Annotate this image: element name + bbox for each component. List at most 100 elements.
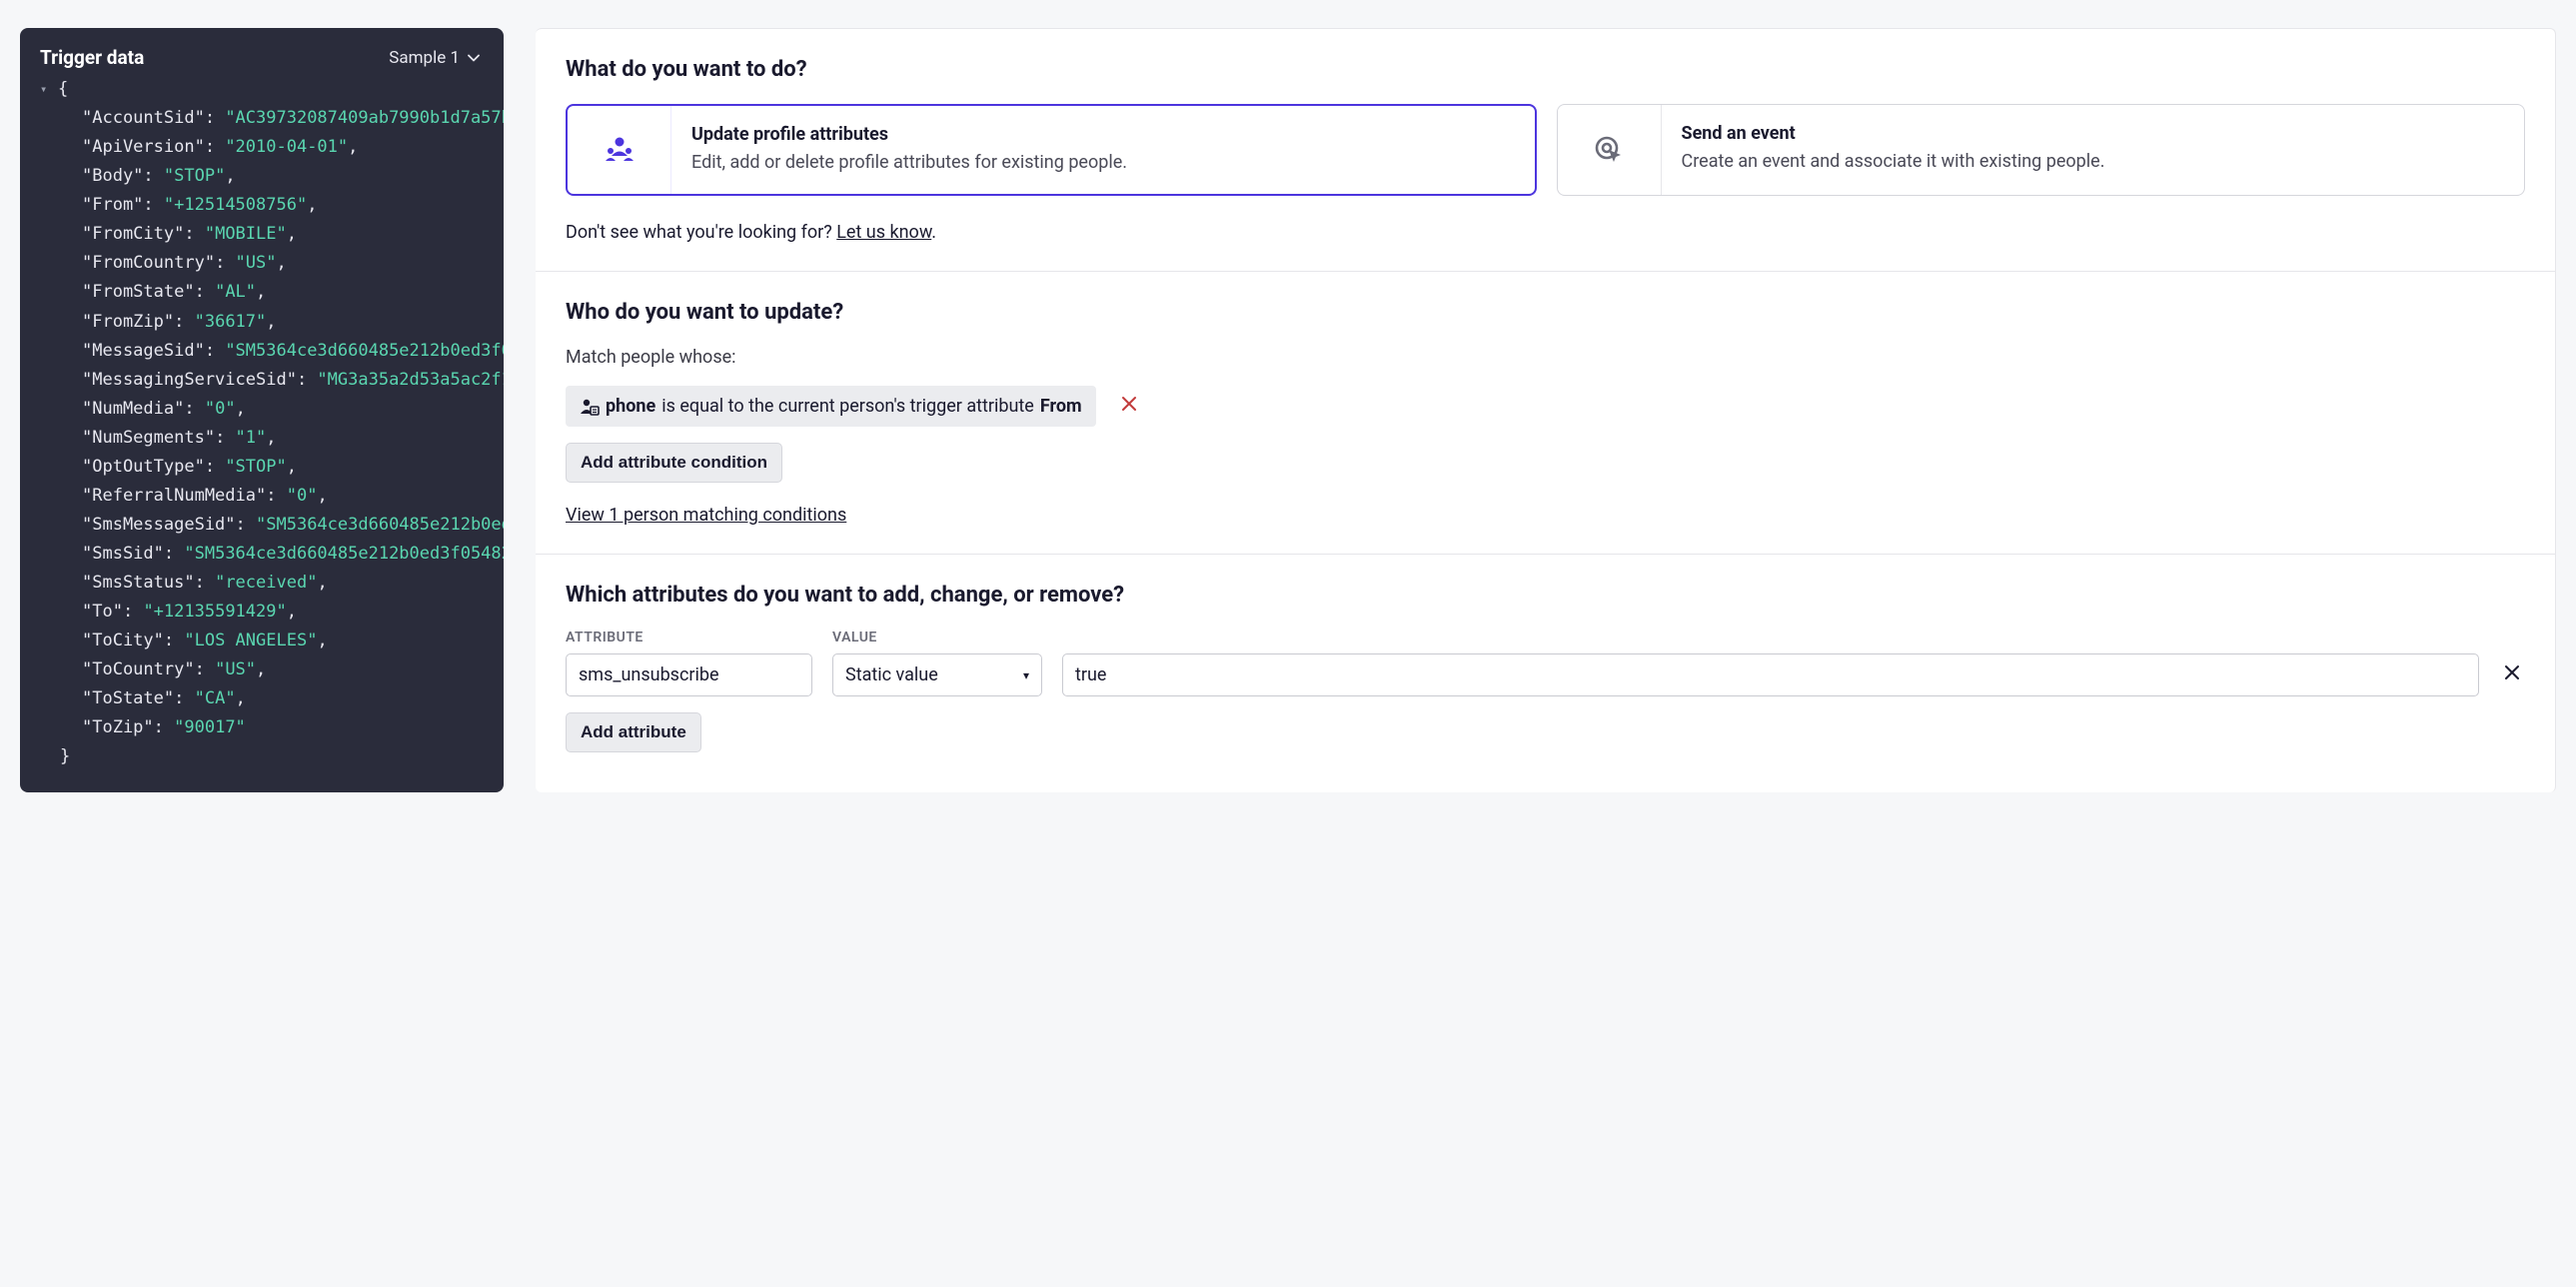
json-key: "FromCountry" (82, 253, 215, 273)
json-pair: "SmsSid": "SM5364ce3d660485e212b0ed3f054… (40, 540, 504, 569)
trigger-data-panel: Trigger data Sample 1 ▾ { "AccountSid": … (20, 28, 504, 792)
json-value: "0" (287, 486, 318, 506)
json-viewer: ▾ { "AccountSid": "AC39732087409ab7990b1… (40, 75, 504, 772)
json-value: "AL" (215, 282, 256, 302)
json-comma: , (236, 399, 246, 419)
chevron-down-icon (468, 52, 480, 64)
fold-caret-icon[interactable]: ▾ (40, 79, 54, 100)
help-link[interactable]: Let us know (836, 222, 931, 243)
json-key: "OptOutType" (82, 457, 205, 477)
json-pair: "OptOutType": "STOP", (40, 453, 504, 482)
json-value: "CA" (195, 688, 236, 708)
json-key: "To" (82, 602, 123, 622)
json-pair: "FromCountry": "US", (40, 249, 504, 278)
remove-condition-icon[interactable] (1120, 395, 1138, 418)
json-colon: : (184, 399, 204, 419)
people-icon (602, 132, 638, 168)
json-open-brace: { (58, 75, 68, 104)
json-value: "MG3a35a2d53a5ac2f15d4d5" (317, 370, 504, 390)
option-title: Update profile attributes (691, 124, 1127, 145)
json-key: "SmsSid" (82, 544, 164, 564)
json-colon: : (195, 659, 215, 679)
json-value: "LOS ANGELES" (184, 631, 317, 650)
json-colon: : (195, 573, 215, 593)
json-value: "STOP" (164, 166, 225, 186)
json-pair: "FromCity": "MOBILE", (40, 220, 504, 249)
help-suffix: . (931, 222, 936, 243)
json-colon: : (143, 195, 163, 215)
json-value: "0" (205, 399, 236, 419)
json-colon: : (205, 137, 225, 157)
event-click-icon (1591, 132, 1627, 168)
attribute-name-input[interactable] (566, 653, 812, 696)
sample-label: Sample 1 (389, 48, 460, 68)
json-key: "From" (82, 195, 143, 215)
help-prefix: Don't see what you're looking for? (566, 222, 836, 243)
json-comma: , (287, 602, 297, 622)
json-key: "ApiVersion" (82, 137, 205, 157)
json-pair: "AccountSid": "AC39732087409ab7990b1d7a5… (40, 104, 504, 133)
json-key: "SmsMessageSid" (82, 515, 236, 535)
json-value: "36617" (195, 312, 267, 332)
json-key: "ToZip" (82, 717, 154, 737)
json-pair: "FromZip": "36617", (40, 308, 504, 337)
json-colon: : (195, 282, 215, 302)
json-key: "NumSegments" (82, 428, 215, 448)
json-key: "FromCity" (82, 224, 184, 244)
json-value: "SM5364ce3d660485e212b0ed3f05482d" (225, 341, 504, 361)
json-colon: : (205, 457, 225, 477)
json-key: "Body" (82, 166, 143, 186)
condition-trigger-attr: From (1040, 396, 1082, 417)
json-value: "US" (215, 659, 256, 679)
json-pair: "ToCity": "LOS ANGELES", (40, 627, 504, 655)
condition-chip[interactable]: phone is equal to the current person's t… (566, 386, 1096, 427)
remove-attribute-icon[interactable] (2499, 663, 2525, 686)
sample-selector[interactable]: Sample 1 (389, 48, 480, 68)
attr-column-labels: ATTRIBUTE VALUE (566, 630, 2525, 645)
option-send-event[interactable]: Send an event Create an event and associ… (1557, 104, 2526, 196)
json-colon: : (184, 224, 204, 244)
json-colon: : (297, 370, 317, 390)
json-key: "AccountSid" (82, 108, 205, 128)
json-value: "+12135591429" (143, 602, 286, 622)
json-comma: , (256, 282, 266, 302)
json-key: "SmsStatus" (82, 573, 195, 593)
json-value: "+12514508756" (164, 195, 307, 215)
option-title: Send an event (1682, 123, 2105, 144)
json-key: "FromZip" (82, 312, 174, 332)
json-value: "90017" (174, 717, 246, 737)
json-pair: "NumMedia": "0", (40, 395, 504, 424)
json-pair: "SmsMessageSid": "SM5364ce3d660485e212b0… (40, 511, 504, 540)
json-key: "FromState" (82, 282, 195, 302)
option-icon-box (1558, 105, 1662, 195)
value-type-select[interactable]: Static value (832, 653, 1042, 696)
add-attribute-button[interactable]: Add attribute (566, 712, 701, 752)
attributes-section: Which attributes do you want to add, cha… (536, 555, 2555, 764)
option-cards: Update profile attributes Edit, add or d… (566, 104, 2525, 196)
view-matches-link[interactable]: View 1 person matching conditions (566, 505, 846, 526)
json-colon: : (154, 717, 174, 737)
json-colon: : (174, 688, 194, 708)
json-comma: , (266, 312, 276, 332)
json-pair: "FromState": "AL", (40, 278, 504, 307)
person-attribute-icon (580, 398, 600, 416)
json-value: "2010-04-01" (225, 137, 348, 157)
add-condition-button[interactable]: Add attribute condition (566, 443, 782, 483)
value-column-label: VALUE (832, 630, 1042, 645)
json-colon: : (205, 341, 225, 361)
what-section: What do you want to do? (536, 29, 2555, 272)
json-comma: , (266, 428, 276, 448)
json-key: "MessageSid" (82, 341, 205, 361)
json-pair: "To": "+12135591429", (40, 598, 504, 627)
json-colon: : (215, 253, 235, 273)
json-value: "US" (236, 253, 277, 273)
json-key: "ToCountry" (82, 659, 195, 679)
json-pair: "ApiVersion": "2010-04-01", (40, 133, 504, 162)
json-colon: : (174, 312, 194, 332)
json-comma: , (225, 166, 235, 186)
attribute-value-input[interactable] (1062, 653, 2479, 696)
json-colon: : (164, 631, 184, 650)
json-comma: , (317, 573, 327, 593)
json-close-brace: } (40, 742, 504, 771)
option-update-profile[interactable]: Update profile attributes Edit, add or d… (566, 104, 1537, 196)
